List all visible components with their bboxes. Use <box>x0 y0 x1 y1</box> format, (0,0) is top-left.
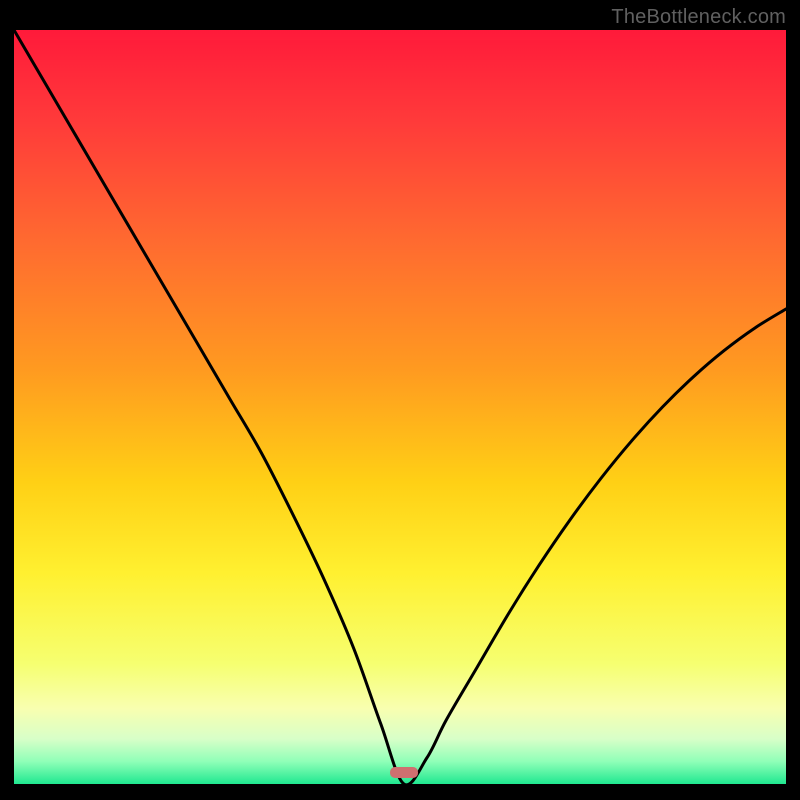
optimal-point-marker <box>390 767 418 778</box>
bottleneck-chart <box>14 30 786 784</box>
bottom-black-strip <box>14 784 786 800</box>
chart-frame <box>14 30 786 800</box>
gradient-background <box>14 30 786 784</box>
watermark-text: TheBottleneck.com <box>611 6 786 29</box>
